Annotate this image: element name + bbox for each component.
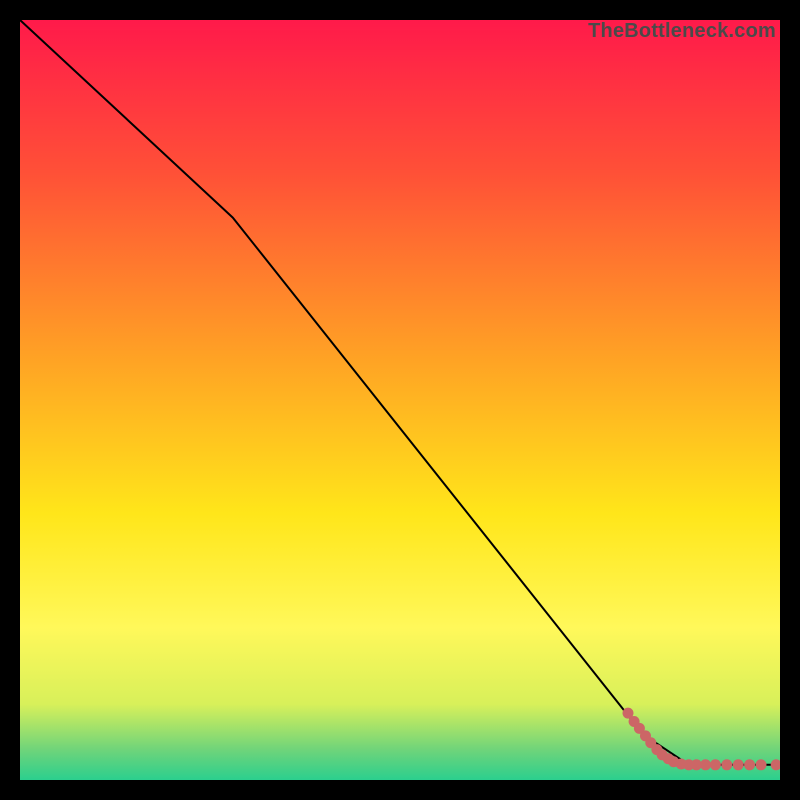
data-point [700,759,711,770]
data-point [721,759,732,770]
data-point [744,759,755,770]
data-point [710,759,721,770]
watermark-text: TheBottleneck.com [588,20,776,43]
chart-frame: TheBottleneck.com [20,20,780,780]
chart-plot [20,20,780,780]
gradient-background [20,20,780,780]
data-point [756,759,767,770]
data-point [733,759,744,770]
